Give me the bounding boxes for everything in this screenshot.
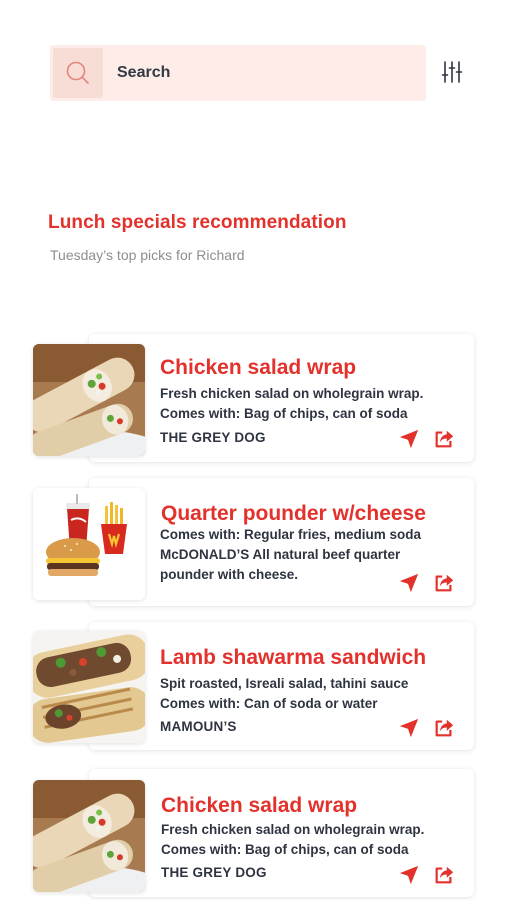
item-description: Comes with: Bag of chips, can of soda: [161, 842, 409, 857]
chicken-wrap-image: [33, 344, 145, 456]
burger-meal-image: [33, 488, 145, 600]
filter-button[interactable]: [438, 59, 466, 89]
item-title: Quarter pounder w/cheese: [161, 502, 426, 525]
item-title: Lamb shawarma sandwich: [160, 646, 427, 669]
section-title: Lunch specials recommendation: [48, 212, 347, 233]
search-bar[interactable]: [50, 45, 426, 101]
navigation-arrow-icon: [398, 572, 420, 599]
item-description: Spit roasted, Isreali salad, tahini sauc…: [160, 676, 409, 691]
shawarma-image: [33, 631, 145, 743]
navigate-button[interactable]: [396, 572, 422, 598]
item-store: THE GREY DOG: [161, 865, 267, 880]
item-description: McDONALD’S All natural beef quarter: [160, 547, 401, 562]
navigation-arrow-icon: [398, 717, 420, 744]
navigation-arrow-icon: [398, 864, 420, 891]
share-icon: [433, 864, 455, 891]
item-description: Fresh chicken salad on wholegrain wrap.: [161, 822, 425, 837]
share-button[interactable]: [431, 717, 457, 743]
share-button[interactable]: [431, 572, 457, 598]
sliders-icon: [441, 60, 463, 89]
item-title: Chicken salad wrap: [161, 794, 358, 817]
menu-item-card[interactable]: Chicken salad wrap Fresh chicken salad o…: [89, 334, 474, 462]
item-description: Comes with: Bag of chips, can of soda: [160, 406, 408, 421]
item-description: Fresh chicken salad on wholegrain wrap.: [160, 386, 424, 401]
share-icon: [433, 717, 455, 744]
menu-item-card[interactable]: Quarter pounder w/cheese Comes with: Reg…: [89, 478, 474, 606]
item-store: THE GREY DOG: [160, 430, 266, 445]
item-description: pounder with cheese.: [160, 567, 299, 582]
share-button[interactable]: [431, 428, 457, 454]
share-icon: [433, 572, 455, 599]
section-subtitle: Tuesday’s top picks for Richard: [50, 247, 245, 263]
menu-item-card[interactable]: Lamb shawarma sandwich Spit roasted, Isr…: [89, 622, 474, 750]
item-store: MAMOUN’S: [160, 719, 237, 734]
item-title: Chicken salad wrap: [160, 356, 357, 379]
search-icon[interactable]: [53, 48, 103, 98]
share-icon: [433, 428, 455, 455]
navigate-button[interactable]: [396, 428, 422, 454]
share-button[interactable]: [431, 864, 457, 890]
item-description: Comes with: Can of soda or water: [160, 696, 378, 711]
navigate-button[interactable]: [396, 864, 422, 890]
navigation-arrow-icon: [398, 428, 420, 455]
menu-item-card[interactable]: Chicken salad wrap Fresh chicken salad o…: [89, 769, 474, 897]
chicken-wrap-image: [33, 780, 145, 892]
item-description: Comes with: Regular fries, medium soda: [160, 527, 422, 542]
navigate-button[interactable]: [396, 717, 422, 743]
search-input[interactable]: [117, 64, 397, 82]
